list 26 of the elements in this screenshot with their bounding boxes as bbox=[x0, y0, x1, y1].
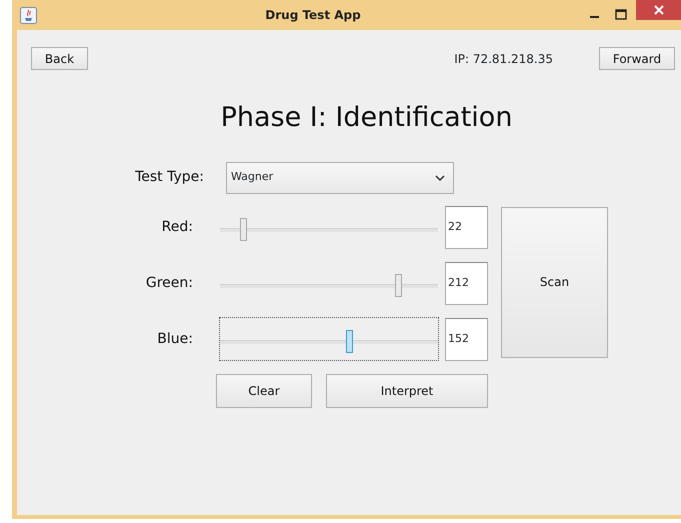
interpret-button[interactable]: Interpret bbox=[326, 374, 488, 408]
value-field[interactable]: 212 bbox=[445, 262, 488, 304]
close-icon bbox=[654, 5, 664, 15]
test-type-dropdown[interactable]: Wagner bbox=[226, 162, 454, 194]
channel-label: Red: bbox=[162, 218, 193, 234]
slider-thumb[interactable] bbox=[240, 218, 247, 241]
slider-thumb[interactable] bbox=[394, 274, 402, 297]
value-field[interactable]: 152 bbox=[445, 318, 488, 360]
color-slider[interactable] bbox=[220, 318, 438, 360]
forward-button[interactable]: Forward bbox=[599, 47, 675, 70]
ip-address: IP: 72.81.218.35 bbox=[453, 50, 553, 68]
close-button[interactable] bbox=[636, 0, 681, 20]
clear-button[interactable]: Clear bbox=[216, 374, 312, 408]
test-type-value: Wagner bbox=[231, 169, 274, 186]
chevron-icon bbox=[435, 174, 445, 180]
app-icon bbox=[20, 6, 37, 24]
channel-label: Green: bbox=[146, 274, 193, 290]
value-field[interactable]: 22 bbox=[445, 206, 488, 248]
test-type-label: Test Type: bbox=[135, 169, 204, 185]
back-button[interactable]: Back bbox=[31, 47, 88, 70]
phase-heading: Phase I: Identification bbox=[220, 102, 512, 133]
slider-thumb[interactable] bbox=[346, 330, 353, 353]
window-title: Drug Test App bbox=[264, 7, 362, 24]
maximize-icon[interactable] bbox=[615, 9, 627, 21]
scan-button[interactable]: Scan bbox=[501, 206, 608, 358]
channel-label: Blue: bbox=[157, 330, 193, 346]
